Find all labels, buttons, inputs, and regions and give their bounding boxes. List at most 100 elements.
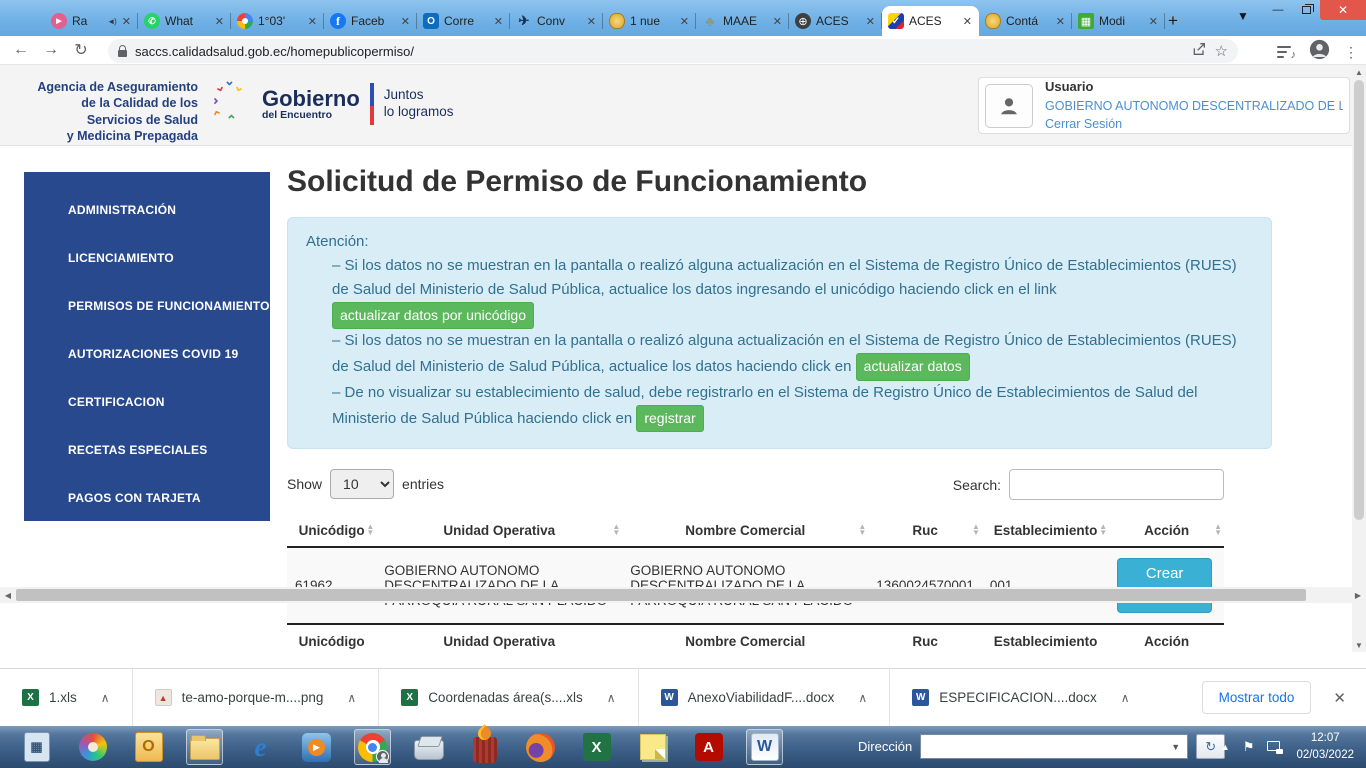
- scanner-icon[interactable]: [410, 729, 447, 765]
- download-item[interactable]: X Coordenadas área(s....xls ∧: [379, 669, 638, 726]
- tab-nue[interactable]: 1 nue ✕: [603, 6, 696, 36]
- download-item[interactable]: ▲ te-amo-porque-m....png ∧: [133, 669, 380, 726]
- chevron-up-icon[interactable]: ∧: [347, 691, 356, 705]
- excel-icon[interactable]: X: [578, 729, 615, 765]
- vertical-scroll-thumb[interactable]: [1354, 80, 1364, 520]
- sort-icon[interactable]: ▲▼: [1214, 524, 1222, 538]
- sort-icon[interactable]: ▲▼: [612, 524, 620, 538]
- sort-icon[interactable]: ▲▼: [972, 524, 980, 538]
- tab-close-icon[interactable]: ✕: [1148, 15, 1159, 28]
- sort-icon[interactable]: ▲▼: [366, 524, 374, 538]
- word-icon[interactable]: W: [746, 729, 783, 765]
- registrar-link[interactable]: registrar: [636, 405, 703, 432]
- back-icon[interactable]: ←: [6, 41, 36, 59]
- tab-close-icon[interactable]: ✕: [679, 15, 690, 28]
- bookmark-star-icon[interactable]: ☆: [1215, 42, 1228, 60]
- sort-icon[interactable]: ▲▼: [858, 524, 866, 538]
- action-center-flag-icon[interactable]: ⚑: [1243, 739, 1255, 755]
- tab-radio[interactable]: ▶ Ra ◄) ✕: [45, 6, 138, 36]
- tab-maae[interactable]: ♣ MAAE ✕: [696, 6, 789, 36]
- col-establecimiento[interactable]: Establecimiento▲▼: [982, 515, 1109, 547]
- vertical-scrollbar[interactable]: ▲ ▼: [1352, 65, 1366, 652]
- chevron-up-icon[interactable]: ∧: [1121, 691, 1130, 705]
- search-input[interactable]: [1009, 469, 1224, 500]
- tab-close-icon[interactable]: ✕: [1055, 15, 1066, 28]
- dropdown-chevron-icon[interactable]: ▼: [1164, 742, 1187, 752]
- tab-close-icon[interactable]: ✕: [400, 15, 411, 28]
- tab-aces-globe[interactable]: ⊕ ACES ✕: [789, 6, 882, 36]
- forward-icon[interactable]: →: [36, 41, 66, 59]
- chevron-up-icon[interactable]: ∧: [607, 691, 616, 705]
- download-filename[interactable]: 1.xls: [49, 690, 77, 705]
- scroll-up-icon[interactable]: ▲: [1352, 65, 1366, 79]
- profile-avatar[interactable]: [1309, 39, 1330, 65]
- sidebar-item-permisos[interactable]: PERMISOS DE FUNCIONAMIENTO: [24, 282, 270, 330]
- col-nombre-comercial[interactable]: Nombre Comercial▲▼: [622, 515, 868, 547]
- sidebar-item-recetas[interactable]: RECETAS ESPECIALES: [24, 426, 270, 474]
- minimize-button[interactable]: —: [1264, 0, 1292, 20]
- url-text[interactable]: saccs.calidadsalud.gob.ec/homepublicoper…: [135, 44, 1183, 59]
- sidebar-item-licenciamiento[interactable]: LICENCIAMIENTO: [24, 234, 270, 282]
- outlook-icon[interactable]: O: [130, 729, 167, 765]
- tab-close-icon[interactable]: ✕: [121, 15, 132, 28]
- firefox-icon[interactable]: [522, 729, 559, 765]
- download-item[interactable]: W AnexoViabilidadF....docx ∧: [639, 669, 891, 726]
- tab-close-icon[interactable]: ✕: [493, 15, 504, 28]
- internet-explorer-icon[interactable]: e: [242, 729, 279, 765]
- tab-close-icon[interactable]: ✕: [307, 15, 318, 28]
- restore-button[interactable]: [1292, 0, 1320, 20]
- col-accion[interactable]: Acción▲▼: [1109, 515, 1224, 547]
- horizontal-scrollbar[interactable]: ◀ ▶: [0, 587, 1366, 603]
- download-filename[interactable]: ESPECIFICACION....docx: [939, 690, 1097, 705]
- windows-explorer-icon[interactable]: [186, 729, 223, 765]
- acrobat-icon[interactable]: A: [690, 729, 727, 765]
- user-name-link[interactable]: GOBIERNO AUTONOMO DESCENTRALIZADO DE LA …: [1045, 97, 1343, 115]
- tab-whatsapp[interactable]: ✆ What ✕: [138, 6, 231, 36]
- tab-maps[interactable]: 1°03' ✕: [231, 6, 324, 36]
- taskbar-clock[interactable]: 12:07 02/03/2022: [1296, 730, 1358, 765]
- tab-outlook[interactable]: O Corre ✕: [417, 6, 510, 36]
- col-unicodigo[interactable]: Unicódigo▲▼: [287, 515, 376, 547]
- col-ruc[interactable]: Ruc▲▼: [868, 515, 982, 547]
- page-size-select[interactable]: 10: [330, 469, 394, 499]
- media-player-icon[interactable]: ▶: [298, 729, 335, 765]
- tab-close-icon[interactable]: ✕: [586, 15, 597, 28]
- share-icon[interactable]: [1191, 41, 1207, 62]
- logout-link[interactable]: Cerrar Sesión: [1045, 115, 1343, 133]
- menu-dots-icon[interactable]: ⋮: [1344, 44, 1358, 61]
- reload-icon[interactable]: ↻: [66, 40, 96, 60]
- paint-icon[interactable]: [74, 729, 111, 765]
- tab-conta[interactable]: Contá ✕: [979, 6, 1072, 36]
- download-filename[interactable]: te-amo-porque-m....png: [182, 690, 324, 705]
- col-unidad-operativa[interactable]: Unidad Operativa▲▼: [376, 515, 622, 547]
- sort-icon[interactable]: ▲▼: [1099, 524, 1107, 538]
- crear-solicitud-button[interactable]: Crear Solicitud: [1117, 558, 1212, 613]
- tab-close-icon[interactable]: ✕: [214, 15, 225, 28]
- network-icon[interactable]: [1267, 741, 1283, 754]
- downloads-close-icon[interactable]: ✕: [1333, 689, 1346, 707]
- show-hidden-icons[interactable]: ▲: [1221, 742, 1230, 752]
- tab-close-icon[interactable]: ✕: [962, 15, 973, 28]
- calculator-icon[interactable]: ▦: [18, 729, 55, 765]
- sticky-notes-icon[interactable]: [634, 729, 671, 765]
- media-controls-icon[interactable]: ♪: [1277, 45, 1295, 59]
- sidebar-item-certificacion[interactable]: CERTIFICACION: [24, 378, 270, 426]
- actualizar-datos-link[interactable]: actualizar datos: [856, 353, 970, 380]
- address-bar[interactable]: saccs.calidadsalud.gob.ec/homepublicoper…: [108, 39, 1238, 63]
- download-item[interactable]: W ESPECIFICACION....docx ∧: [890, 669, 1151, 726]
- tab-facebook[interactable]: f Faceb ✕: [324, 6, 417, 36]
- download-filename[interactable]: AnexoViabilidadF....docx: [688, 690, 835, 705]
- user-avatar-button[interactable]: [985, 84, 1033, 128]
- chevron-up-icon[interactable]: ∧: [858, 691, 867, 705]
- tab-modif[interactable]: ▦ Modi ✕: [1072, 6, 1165, 36]
- scroll-down-icon[interactable]: ▼: [1352, 638, 1366, 652]
- show-all-downloads-button[interactable]: Mostrar todo: [1202, 681, 1312, 714]
- tab-search-chevron-icon[interactable]: ▼: [1237, 9, 1249, 23]
- new-tab-button[interactable]: +: [1160, 8, 1186, 34]
- actualizar-unicodigo-link[interactable]: actualizar datos por unicódigo: [332, 302, 534, 329]
- direccion-input[interactable]: ▼: [920, 734, 1188, 759]
- tab-audio-icon[interactable]: ◄): [107, 17, 116, 26]
- chrome-icon[interactable]: [354, 729, 391, 765]
- tab-conv[interactable]: ✈ Conv ✕: [510, 6, 603, 36]
- sidebar-item-administracion[interactable]: ADMINISTRACIÓN: [24, 186, 270, 234]
